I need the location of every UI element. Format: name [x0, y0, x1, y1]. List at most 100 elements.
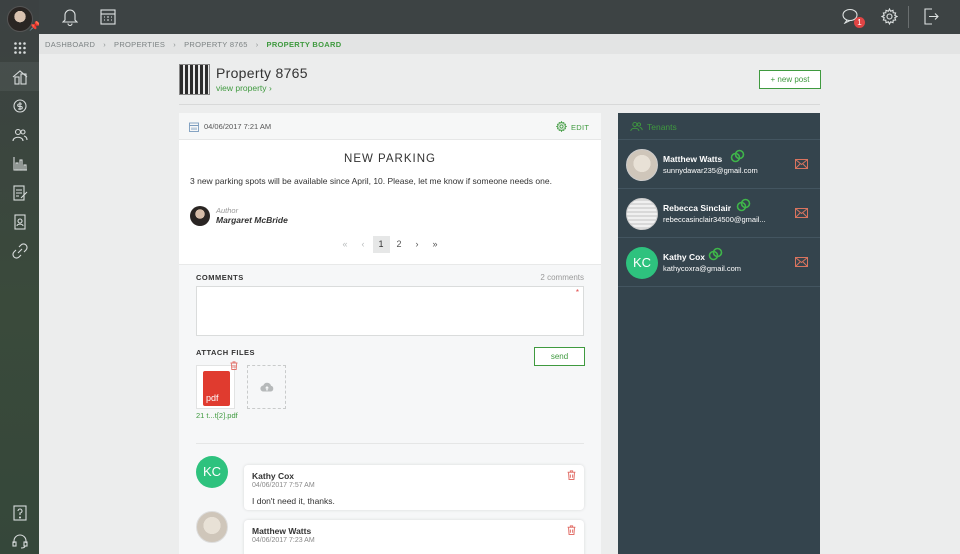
tenant-email: sunnydawar235@gmail.com [663, 166, 758, 175]
attached-file-name[interactable]: 21 t...t[2].pdf [196, 411, 238, 420]
page-1-button[interactable]: 1 [372, 236, 390, 253]
sidebar-item-documents[interactable] [0, 178, 39, 207]
breadcrumb-current: PROPERTY BOARD [266, 39, 342, 49]
breadcrumb-properties[interactable]: PROPERTIES [114, 40, 165, 49]
page-next-button[interactable]: › [409, 236, 426, 253]
tenant-item[interactable]: KC Kathy Cox kathycoxra@gmail.com [618, 238, 820, 287]
mail-icon [795, 257, 808, 267]
sidebar-item-finance[interactable] [0, 91, 39, 120]
page-2-button[interactable]: 2 [391, 236, 408, 253]
headset-icon [11, 533, 28, 549]
post-meta-bar: 04/06/2017 7:21 AM EDIT [179, 113, 601, 140]
tenants-title: Tenants [647, 122, 677, 132]
topbar-divider [908, 6, 909, 28]
notifications-button[interactable] [62, 8, 78, 26]
breadcrumb-separator-icon: › [255, 39, 259, 49]
notification-badge: 1 [854, 17, 865, 28]
chevron-right-icon: › [268, 83, 272, 93]
attached-file[interactable]: pdf [196, 365, 235, 409]
new-post-button[interactable]: + new post [759, 70, 821, 89]
delete-comment-button[interactable] [567, 470, 576, 480]
tenant-avatar [626, 198, 658, 230]
sidebar-item-links[interactable] [0, 236, 39, 265]
tenant-name: Matthew Watts [663, 154, 723, 164]
calendar-button[interactable] [100, 8, 116, 25]
tenants-header: Tenants [618, 113, 820, 140]
comment-avatar: KC [196, 456, 228, 488]
sidebar-item-help[interactable] [0, 498, 39, 527]
breadcrumb-property[interactable]: PROPERTY 8765 [184, 40, 248, 49]
email-tenant-button[interactable] [795, 159, 808, 169]
page-last-button[interactable]: » [427, 236, 444, 253]
delete-comment-button[interactable] [567, 525, 576, 535]
upload-dropzone[interactable] [247, 365, 286, 409]
sidebar-item-support[interactable] [0, 526, 39, 554]
logout-button[interactable] [923, 8, 939, 25]
reports-chart-icon [12, 156, 27, 171]
trash-icon [567, 525, 576, 535]
topbar: 1 [39, 0, 960, 34]
sidebar-item-reports[interactable] [0, 149, 39, 178]
edit-button[interactable]: EDIT [571, 123, 589, 132]
calendar-icon [100, 9, 116, 25]
author-avatar [190, 206, 210, 226]
post-title: NEW PARKING [344, 153, 436, 165]
tenant-name: Kathy Cox [663, 252, 706, 262]
view-property-link[interactable]: view property › [216, 83, 272, 93]
pagination: « ‹ 1 2 › » [179, 236, 601, 253]
email-tenant-button[interactable] [795, 257, 808, 267]
sidebar-item-people[interactable] [0, 120, 39, 149]
tenant-avatar: KC [626, 247, 658, 279]
author-label: Author [216, 206, 239, 215]
linked-icon [708, 247, 723, 262]
comments-divider [196, 443, 584, 444]
page-first-button[interactable]: « [337, 236, 354, 253]
tenants-panel: Tenants Matthew Watts sunnydawar235@gmai… [618, 113, 820, 554]
breadcrumb-separator-icon: › [103, 39, 107, 49]
page-title: Property 8765 [216, 65, 308, 81]
comment-author: Matthew Watts [252, 526, 312, 536]
comment-input[interactable]: * [196, 286, 584, 336]
breadcrumb-dashboard[interactable]: DASHBOARD [45, 40, 95, 49]
comment-author: Kathy Cox [252, 471, 295, 481]
link-icon [11, 242, 28, 259]
required-mark: * [575, 288, 579, 297]
contact-document-icon [13, 213, 26, 230]
people-icon [11, 128, 28, 141]
sidebar-item-properties[interactable] [0, 62, 39, 91]
send-button[interactable]: send [534, 347, 585, 366]
tenant-item[interactable]: Matthew Watts sunnydawar235@gmail.com [618, 140, 820, 189]
header-divider [179, 104, 820, 105]
comment-item: Kathy Cox 04/06/2017 7:57 AM I don't nee… [244, 465, 584, 510]
linked-icon [736, 198, 751, 213]
comments-label: COMMENTS [196, 273, 244, 282]
file-type-label: pdf [206, 393, 219, 403]
comment-date: 04/06/2017 7:23 AM [252, 537, 315, 544]
remove-file-button[interactable] [230, 361, 238, 370]
post-calendar-icon [189, 122, 199, 132]
comment-date: 04/06/2017 7:57 AM [252, 482, 315, 489]
edit-gear-icon[interactable] [556, 121, 567, 132]
trash-icon [567, 470, 576, 480]
tenant-item[interactable]: Rebecca Sinclair rebeccasinclair34500@gm… [618, 189, 820, 238]
properties-icon [12, 69, 27, 85]
bell-icon [62, 9, 78, 26]
email-tenant-button[interactable] [795, 208, 808, 218]
tenants-people-icon [630, 121, 643, 132]
settings-button[interactable] [881, 8, 898, 25]
post-card: 04/06/2017 7:21 AM EDIT NEW PARKING 3 ne… [179, 113, 601, 554]
breadcrumb-separator-icon: › [173, 39, 177, 49]
page-prev-button[interactable]: ‹ [355, 236, 372, 253]
property-thumbnail [179, 64, 210, 95]
help-icon [12, 504, 27, 521]
comment-avatar [196, 511, 228, 543]
linked-icon [730, 149, 745, 164]
comments-count: 2 comments [540, 273, 584, 282]
tenant-name: Rebecca Sinclair [663, 203, 732, 213]
tenant-email: kathycoxra@gmail.com [663, 264, 742, 273]
logout-icon [924, 8, 939, 25]
trash-icon [230, 361, 238, 370]
sidebar-item-dashboard[interactable] [0, 33, 39, 62]
user-avatar[interactable]: 📌 [0, 0, 40, 37]
sidebar-item-contacts[interactable] [0, 207, 39, 236]
